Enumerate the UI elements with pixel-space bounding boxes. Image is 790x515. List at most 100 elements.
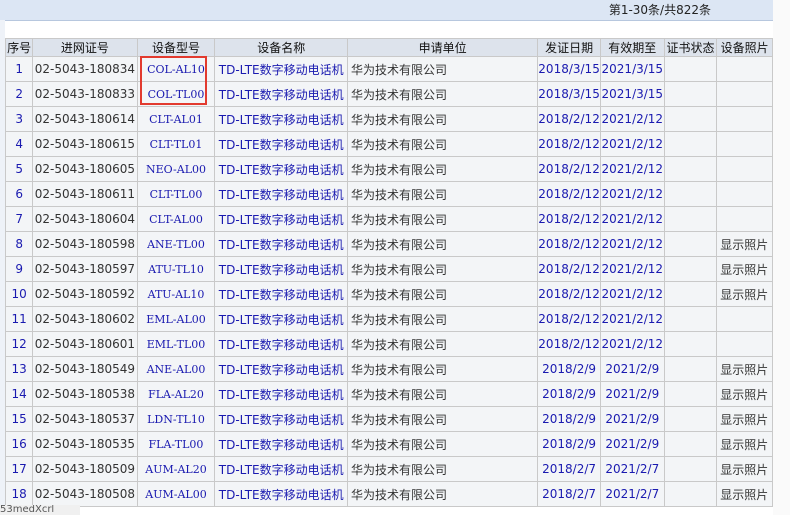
cell-serial[interactable]: 16 xyxy=(4,431,34,457)
cell-device-photo[interactable]: 显示照片 xyxy=(716,456,773,482)
cell-serial[interactable]: 15 xyxy=(4,406,34,432)
header-applicant[interactable]: 申请单位 xyxy=(346,38,539,57)
cell-device-name[interactable]: TD-LTE数字移动电话机 xyxy=(214,256,348,282)
cell-device-name[interactable]: TD-LTE数字移动电话机 xyxy=(214,456,348,482)
cell-device-name[interactable]: TD-LTE数字移动电话机 xyxy=(214,181,348,207)
cell-issue-date: 2018/2/7 xyxy=(537,481,601,507)
cell-applicant: 华为技术有限公司 xyxy=(346,406,539,432)
header-issue-date[interactable]: 发证日期 xyxy=(537,38,601,57)
cell-valid-until: 2021/2/12 xyxy=(599,156,665,182)
cell-applicant: 华为技术有限公司 xyxy=(346,481,539,507)
cell-issue-date: 2018/2/12 xyxy=(537,181,601,207)
cell-model[interactable]: ANE-AL00 xyxy=(136,356,216,382)
cell-serial[interactable]: 18 xyxy=(4,481,34,507)
header-device-name[interactable]: 设备名称 xyxy=(214,38,348,57)
cell-serial[interactable]: 1 xyxy=(4,56,34,82)
cell-model[interactable]: ATU-AL10 xyxy=(136,281,216,307)
cell-cert-status xyxy=(663,431,718,457)
cell-model[interactable]: NEO-AL00 xyxy=(136,156,216,182)
cell-serial[interactable]: 2 xyxy=(4,81,34,107)
cell-device-photo[interactable]: 显示照片 xyxy=(716,356,773,382)
cell-device-name[interactable]: TD-LTE数字移动电话机 xyxy=(214,381,348,407)
cell-cert-number: 02-5043-180604 xyxy=(32,206,138,232)
header-valid-until[interactable]: 有效期至 xyxy=(599,38,665,57)
cell-cert-number: 02-5043-180592 xyxy=(32,281,138,307)
cell-model[interactable]: CLT-AL00 xyxy=(136,206,216,232)
cell-serial[interactable]: 4 xyxy=(4,131,34,157)
cell-serial[interactable]: 3 xyxy=(4,106,34,132)
cell-serial[interactable]: 10 xyxy=(4,281,34,307)
cell-applicant: 华为技术有限公司 xyxy=(346,306,539,332)
header-cert-status[interactable]: 证书状态 xyxy=(663,38,718,57)
cell-device-photo[interactable]: 显示照片 xyxy=(716,256,773,282)
cell-valid-until: 2021/2/12 xyxy=(599,181,665,207)
cell-device-name[interactable]: TD-LTE数字移动电话机 xyxy=(214,156,348,182)
cell-model[interactable]: LDN-TL10 xyxy=(136,406,216,432)
cell-valid-until: 2021/2/7 xyxy=(599,481,665,507)
cell-serial[interactable]: 8 xyxy=(4,231,34,257)
top-bar: 第1-30条/共822条 xyxy=(0,0,773,21)
cell-model[interactable]: AUM-AL20 xyxy=(136,456,216,482)
cell-cert-number: 02-5043-180537 xyxy=(32,406,138,432)
cell-cert-number: 02-5043-180538 xyxy=(32,381,138,407)
cell-serial[interactable]: 5 xyxy=(4,156,34,182)
cell-device-photo[interactable]: 显示照片 xyxy=(716,281,773,307)
header-cert-number[interactable]: 进网证号 xyxy=(32,38,138,57)
cell-device-photo xyxy=(716,206,773,232)
cell-cert-status xyxy=(663,56,718,82)
cell-valid-until: 2021/2/12 xyxy=(599,306,665,332)
cell-serial[interactable]: 13 xyxy=(4,356,34,382)
cell-serial[interactable]: 9 xyxy=(4,256,34,282)
cell-device-photo[interactable]: 显示照片 xyxy=(716,431,773,457)
cell-device-name[interactable]: TD-LTE数字移动电话机 xyxy=(214,306,348,332)
cell-model[interactable]: ATU-TL10 xyxy=(136,256,216,282)
bottom-fragment: 53medXcrl xyxy=(0,505,80,515)
table-header-row: 序号 进网证号 设备型号 设备名称 申请单位 发证日期 有效期至 证书状态 设备… xyxy=(4,38,773,57)
cell-model[interactable]: CLT-TL00 xyxy=(136,181,216,207)
cell-device-name[interactable]: TD-LTE数字移动电话机 xyxy=(214,331,348,357)
cell-device-name[interactable]: TD-LTE数字移动电话机 xyxy=(214,131,348,157)
cell-model[interactable]: ANE-TL00 xyxy=(136,231,216,257)
cell-applicant: 华为技术有限公司 xyxy=(346,56,539,82)
cell-device-name[interactable]: TD-LTE数字移动电话机 xyxy=(214,481,348,507)
cell-device-name[interactable]: TD-LTE数字移动电话机 xyxy=(214,406,348,432)
cell-cert-number: 02-5043-180615 xyxy=(32,131,138,157)
cell-serial[interactable]: 11 xyxy=(4,306,34,332)
cell-serial[interactable]: 7 xyxy=(4,206,34,232)
header-device-photo[interactable]: 设备照片 xyxy=(716,38,773,57)
cell-device-name[interactable]: TD-LTE数字移动电话机 xyxy=(214,106,348,132)
header-model[interactable]: 设备型号 xyxy=(136,38,216,57)
cell-device-photo[interactable]: 显示照片 xyxy=(716,406,773,432)
cell-cert-status xyxy=(663,456,718,482)
cell-model[interactable]: FLA-TL00 xyxy=(136,431,216,457)
cell-model[interactable]: AUM-AL00 xyxy=(136,481,216,507)
cell-model[interactable]: CLT-TL01 xyxy=(136,131,216,157)
cell-serial[interactable]: 6 xyxy=(4,181,34,207)
cell-device-name[interactable]: TD-LTE数字移动电话机 xyxy=(214,431,348,457)
table-row: 8 02-5043-180598 ANE-TL00 TD-LTE数字移动电话机 华为技术… xyxy=(4,231,773,257)
cell-cert-status xyxy=(663,81,718,107)
cell-device-photo[interactable]: 显示照片 xyxy=(716,481,773,507)
cell-device-name[interactable]: TD-LTE数字移动电话机 xyxy=(214,231,348,257)
cell-applicant: 华为技术有限公司 xyxy=(346,331,539,357)
cell-device-name[interactable]: TD-LTE数字移动电话机 xyxy=(214,56,348,82)
cell-serial[interactable]: 17 xyxy=(4,456,34,482)
cell-model[interactable]: CLT-AL01 xyxy=(136,106,216,132)
cell-serial[interactable]: 14 xyxy=(4,381,34,407)
cell-device-photo[interactable]: 显示照片 xyxy=(716,231,773,257)
cell-applicant: 华为技术有限公司 xyxy=(346,81,539,107)
cell-model[interactable]: FLA-AL20 xyxy=(136,381,216,407)
cell-device-name[interactable]: TD-LTE数字移动电话机 xyxy=(214,206,348,232)
cell-model[interactable]: EML-TL00 xyxy=(136,331,216,357)
table-row: 4 02-5043-180615 CLT-TL01 TD-LTE数字移动电话机 华为技术… xyxy=(4,131,773,157)
cell-issue-date: 2018/2/12 xyxy=(537,281,601,307)
cell-device-name[interactable]: TD-LTE数字移动电话机 xyxy=(214,281,348,307)
header-serial[interactable]: 序号 xyxy=(4,38,34,57)
cell-device-name[interactable]: TD-LTE数字移动电话机 xyxy=(214,356,348,382)
cell-device-name[interactable]: TD-LTE数字移动电话机 xyxy=(214,81,348,107)
table-row: 18 02-5043-180508 AUM-AL00 TD-LTE数字移动电话机 华为技… xyxy=(4,481,773,507)
cell-device-photo[interactable]: 显示照片 xyxy=(716,381,773,407)
cell-serial[interactable]: 12 xyxy=(4,331,34,357)
cell-cert-status xyxy=(663,106,718,132)
cell-model[interactable]: EML-AL00 xyxy=(136,306,216,332)
